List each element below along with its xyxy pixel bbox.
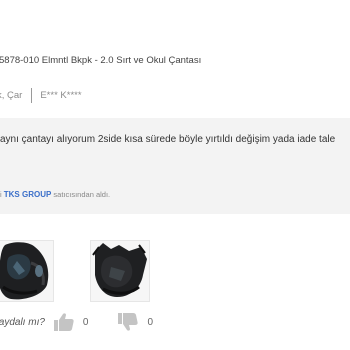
review-photo-2[interactable] (90, 240, 150, 302)
thumbs-down-icon (118, 313, 139, 331)
meta-divider (31, 88, 33, 103)
thumbs-up-icon (53, 313, 74, 331)
review-card: 5878-010 Elmntl Bkpk - 2.0 Sırt ve Okul … (0, 0, 350, 350)
review-text: aynı çantayı alıyorum 2side kısa sürede … (0, 134, 336, 145)
seller-info: i TKS GROUP satıcısından aldı. (0, 190, 110, 199)
backpack-photo-icon (0, 241, 53, 301)
backpack-photo-icon (91, 241, 149, 301)
helpful-row: faydalı mı? 0 0 (0, 313, 153, 331)
seller-prefix: i (0, 190, 2, 199)
seller-suffix: satıcısından aldı. (53, 190, 111, 199)
reviewer-name: E*** K**** (40, 90, 82, 101)
dislike-button[interactable]: 0 (118, 313, 153, 331)
product-name[interactable]: 5878-010 Elmntl Bkpk - 2.0 Sırt ve Okul … (0, 55, 201, 66)
review-location: k, Çar (0, 90, 23, 101)
like-button[interactable]: 0 (53, 313, 89, 331)
helpful-question: faydalı mı? (0, 316, 45, 328)
review-body-background (0, 118, 350, 214)
review-meta: k, Çar E*** K**** (0, 88, 82, 103)
review-photo-1[interactable] (0, 240, 54, 302)
seller-link[interactable]: TKS GROUP (4, 190, 52, 199)
dislike-count: 0 (147, 316, 154, 328)
like-count: 0 (82, 316, 89, 328)
